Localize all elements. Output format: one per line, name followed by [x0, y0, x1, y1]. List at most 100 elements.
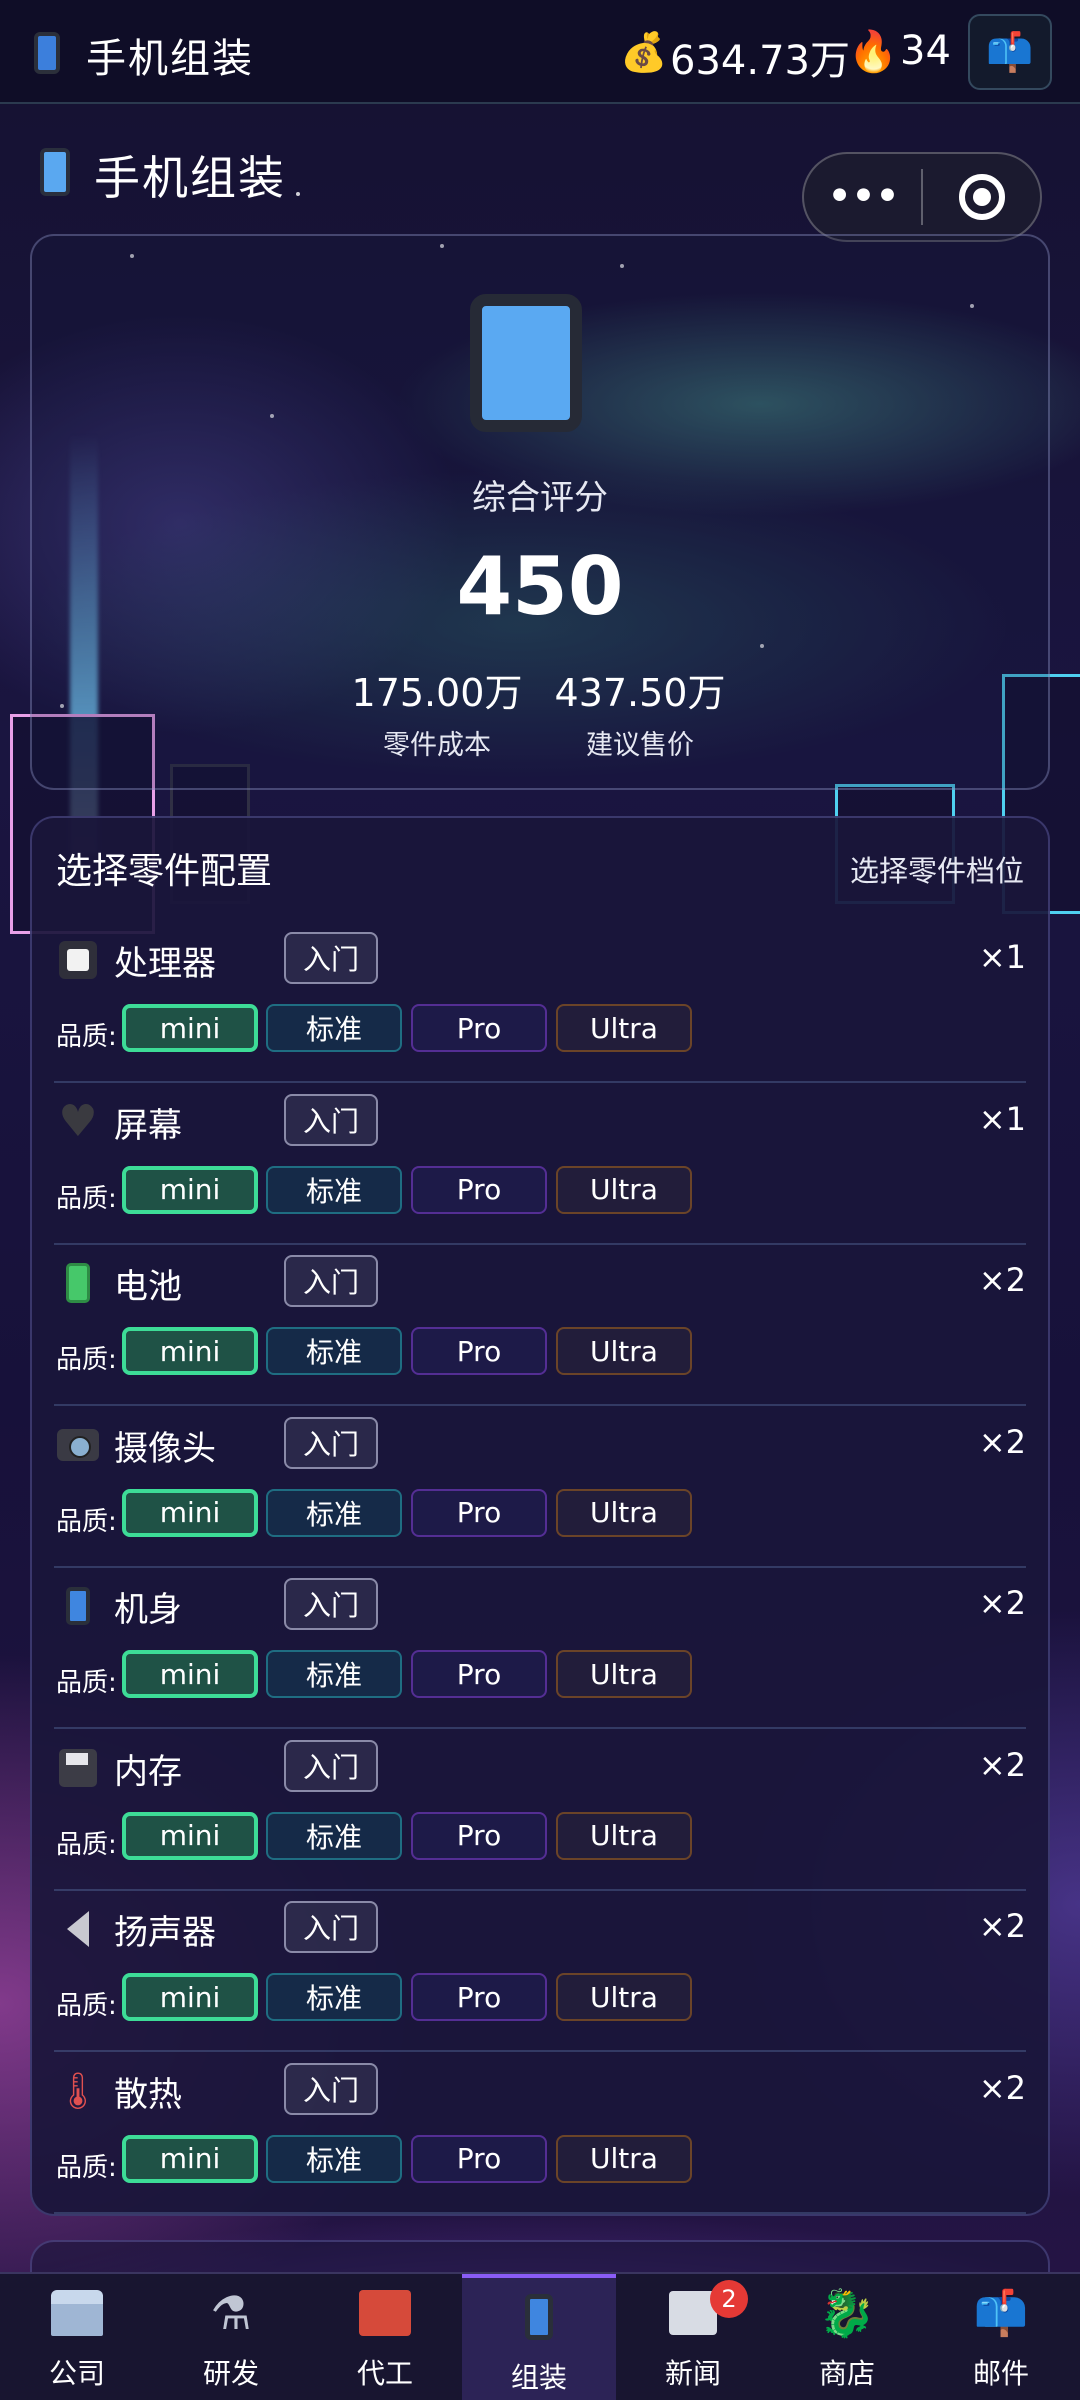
quality-chip-ultra[interactable]: Ultra [556, 1811, 692, 1860]
quality-chip-pro[interactable]: Pro [411, 1650, 547, 1698]
tier-button[interactable]: 入门 [284, 1901, 378, 1953]
close-button[interactable] [923, 174, 1040, 220]
quality-label: 品质: [56, 1668, 117, 1698]
phone-preview-icon [470, 294, 582, 432]
part-icon-wrap: ♥ [56, 1096, 100, 1147]
cost-value: 175.00万 [351, 671, 523, 715]
quality-chip-std[interactable]: 标准 [266, 1004, 402, 1052]
nav-label: 新闻 [664, 2357, 721, 2390]
quality-chip-std[interactable]: 标准 [266, 1650, 402, 1698]
phone-icon [34, 32, 60, 74]
part-quantity: ×2 [978, 1422, 1026, 1461]
quality-chip-pro[interactable]: Pro [411, 1811, 547, 1860]
quality-chip-mini[interactable]: mini [122, 1165, 258, 1214]
factory-icon [359, 2290, 411, 2336]
fire-value: 34 [900, 28, 951, 74]
nav-item-assembly[interactable]: 组装 [462, 2274, 616, 2400]
quality-chip-mini[interactable]: mini [122, 1488, 258, 1537]
money-value: 634.73万 [670, 38, 850, 84]
quality-chip-std[interactable]: 标准 [266, 1327, 402, 1375]
part-quantity: ×1 [978, 1099, 1026, 1138]
tier-button[interactable]: 入门 [284, 932, 378, 984]
part-icon-wrap [56, 1423, 100, 1467]
score-value: 450 [456, 540, 624, 633]
page-title: 手机组装 [94, 151, 286, 205]
quality-chip-mini[interactable]: mini [122, 1973, 258, 2021]
tier-button[interactable]: 入门 [284, 1739, 378, 1792]
phone-icon [525, 2294, 553, 2340]
nav-label: 组装 [510, 2361, 567, 2394]
target-icon [958, 174, 1005, 220]
quality-label: 品质: [56, 2152, 117, 2183]
quality-chip-mini[interactable]: mini [122, 2134, 258, 2183]
quality-chip-ultra[interactable]: Ultra [556, 1165, 692, 1214]
nav-item-news[interactable]: 新闻 2 [616, 2274, 770, 2400]
quality-chip-ultra[interactable]: Ultra [556, 2134, 692, 2183]
quality-chip-ultra[interactable]: Ultra [556, 1327, 692, 1375]
quality-label: 品质: [56, 1829, 117, 1860]
part-icon-wrap [56, 1261, 100, 1305]
nav-item-research[interactable]: ⚗ 研发 [154, 2274, 308, 2400]
quality-chip-pro[interactable]: Pro [411, 1488, 547, 1537]
nav-label: 邮件 [972, 2357, 1029, 2390]
heart-icon: ♥ [58, 1096, 98, 1147]
part-row: 扬声器 入门 ×2 品质: mini 标准 Pro Ultra [54, 1891, 1026, 2052]
quality-chip-pro[interactable]: Pro [411, 2134, 547, 2183]
quality-chip-pro[interactable]: Pro [411, 1004, 547, 1052]
price-value: 437.50万 [554, 671, 726, 715]
quality-label: 品质: [56, 1991, 117, 2021]
quality-label: 品质: [56, 1183, 117, 1214]
quality-chip-std[interactable]: 标准 [266, 2134, 402, 2183]
part-row: 电池 入门 ×2 品质: mini 标准 Pro Ultra [54, 1245, 1026, 1406]
nav-label: 商店 [818, 2357, 875, 2390]
quality-chip-std[interactable]: 标准 [266, 1488, 402, 1537]
tier-button[interactable]: 入门 [284, 1416, 378, 1469]
panel-subtitle: 选择零件档位 [849, 854, 1024, 888]
cost-stat: 175.00万 零件成本 [337, 662, 537, 762]
top-status-bar: 手机组装 💰 634.73万 🔥 34 📫 [0, 0, 1080, 104]
nav-item-company[interactable]: 公司 [0, 2274, 154, 2400]
part-row: 摄像头 入门 ×2 品质: mini 标准 Pro Ultra [54, 1407, 1026, 1568]
quality-chip-ultra[interactable]: Ultra [556, 1004, 692, 1052]
app-title: 手机组装 [86, 36, 254, 82]
price-label: 建议售价 [586, 730, 694, 761]
part-quantity: ×2 [978, 2068, 1026, 2107]
part-name: 电池 [114, 1267, 182, 1307]
tier-button[interactable]: 入门 [284, 1578, 378, 1630]
part-icon-wrap: 🌡 [55, 2069, 101, 2113]
part-name: 散热 [114, 2074, 182, 2115]
cost-label: 零件成本 [383, 730, 491, 761]
mailbox-button[interactable]: 📫 [968, 14, 1052, 90]
nav-item-foundry[interactable]: 代工 [308, 2274, 462, 2400]
news-badge: 2 [710, 2280, 748, 2318]
quality-chip-pro[interactable]: Pro [411, 1165, 547, 1214]
money-bag-icon: 💰 [620, 30, 668, 74]
battery-icon [66, 1263, 90, 1303]
tier-button[interactable]: 入门 [284, 1255, 378, 1307]
part-row: ♥ 屏幕 入门 ×1 品质: mini 标准 Pro Ultra [54, 1084, 1026, 1245]
tier-button[interactable]: 入门 [284, 1093, 378, 1146]
nav-item-mail[interactable]: 📫 邮件 [924, 2274, 1078, 2400]
quality-chip-ultra[interactable]: Ultra [556, 1650, 692, 1698]
quality-chip-ultra[interactable]: Ultra [556, 1973, 692, 2021]
nav-item-shop[interactable]: 🐉 商店 [770, 2274, 924, 2400]
more-button[interactable]: ••• [804, 175, 921, 219]
camera-icon [57, 1428, 99, 1461]
part-row: 处理器 入门 ×1 品质: mini 标准 Pro Ultra [54, 922, 1026, 1083]
phone-icon [40, 148, 70, 196]
quality-chip-mini[interactable]: mini [122, 1650, 258, 1698]
part-quantity: ×2 [978, 1745, 1026, 1784]
price-stat: 437.50万 建议售价 [540, 662, 740, 762]
score-label: 综合评分 [472, 478, 608, 518]
quality-chip-mini[interactable]: mini [122, 1327, 258, 1375]
quality-chip-std[interactable]: 标准 [266, 1973, 402, 2021]
tier-button[interactable]: 入门 [284, 2062, 378, 2115]
quality-chip-ultra[interactable]: Ultra [556, 1488, 692, 1537]
quality-chip-mini[interactable]: mini [122, 1004, 258, 1052]
microscope-icon: ⚗ [210, 2286, 252, 2340]
quality-chip-pro[interactable]: Pro [411, 1973, 547, 2021]
quality-chip-std[interactable]: 标准 [266, 1165, 402, 1214]
quality-chip-std[interactable]: 标准 [266, 1811, 402, 1860]
quality-chip-mini[interactable]: mini [122, 1811, 258, 1860]
quality-chip-pro[interactable]: Pro [411, 1327, 547, 1375]
